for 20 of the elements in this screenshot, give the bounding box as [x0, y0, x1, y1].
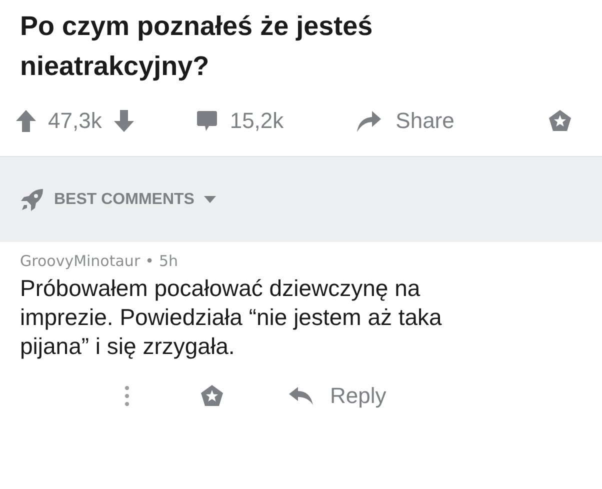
sort-button[interactable]: BEST COMMENTS: [20, 188, 216, 212]
downvote-icon[interactable]: [114, 110, 134, 132]
reply-button[interactable]: Reply: [288, 383, 386, 409]
reply-icon: [288, 386, 314, 406]
comment-icon[interactable]: [196, 110, 218, 132]
share-icon: [356, 109, 382, 133]
comment-age: 5h: [158, 252, 178, 270]
star-icon[interactable]: [548, 109, 572, 133]
score: 47,3k: [48, 108, 102, 134]
post-title: Po czym poznałeś że jesteś nieatrakcyjny?: [19, 10, 374, 83]
upvote-icon[interactable]: [16, 110, 36, 132]
caret-icon: [204, 196, 216, 203]
comment-body: Próbowałem pocałować dziewczynę na imprezie. Powiedziała “nie jestem aż taka pijana” i się zrzygała.: [20, 274, 443, 361]
comment-author[interactable]: GroovyMinotaur: [20, 252, 140, 270]
comment-count: 15,2k: [230, 108, 284, 134]
star-icon[interactable]: [200, 384, 224, 408]
meta-separator: •: [145, 252, 154, 270]
more-options-icon[interactable]: [124, 385, 130, 407]
share-button[interactable]: Share: [356, 108, 454, 134]
rocket-icon: [20, 188, 44, 212]
